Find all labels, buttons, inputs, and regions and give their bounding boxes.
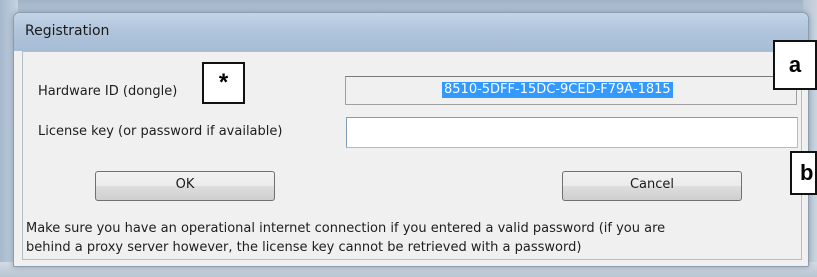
ok-button[interactable]: OK [95, 171, 275, 201]
cancel-button[interactable]: Cancel [562, 171, 742, 201]
info-note-line-2: behind a proxy server however, the licen… [26, 240, 582, 255]
info-note-line-1: Make sure you have an operational intern… [26, 221, 666, 236]
info-note: Make sure you have an operational intern… [26, 219, 796, 257]
title-bar[interactable]: Registration [14, 13, 808, 51]
dialog-title: Registration [25, 23, 110, 39]
callout-b: b [790, 151, 817, 195]
hardware-id-label: Hardware ID (dongle) [38, 84, 178, 99]
callout-star: * [202, 62, 245, 104]
hardware-id-field[interactable]: 8510-5DFF-15DC-9CED-F79A-1815 [345, 76, 797, 105]
callout-a: a [773, 40, 817, 90]
hardware-id-value: 8510-5DFF-15DC-9CED-F79A-1815 [442, 82, 673, 98]
license-key-label: License key (or password if available) [38, 124, 283, 139]
license-key-input[interactable] [346, 117, 798, 148]
